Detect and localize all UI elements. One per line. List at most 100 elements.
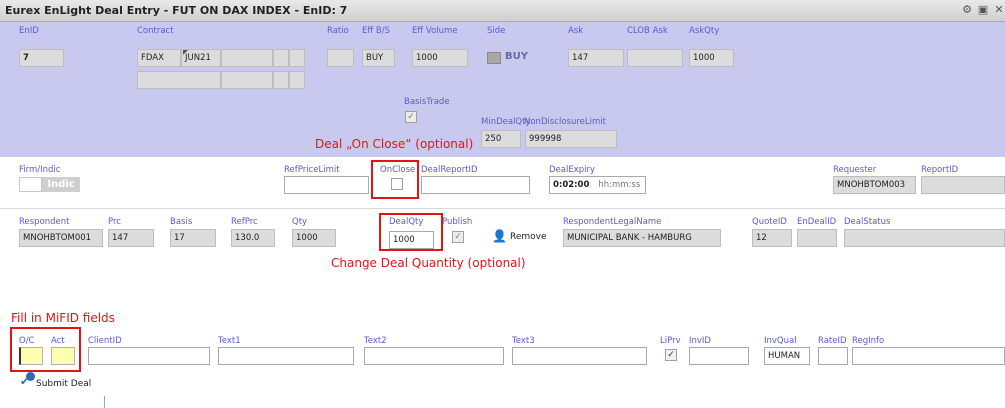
respondent-label: Respondent [19,217,70,227]
cursor-line [104,396,105,408]
clobask-label: CLOB Ask [627,26,668,36]
qty-label: Qty [292,217,308,227]
dealqty-annotation: Change Deal Quantity (optional) [331,256,526,270]
endealid-field [797,229,837,247]
firm-indic-label: Firm/Indic [19,165,61,175]
enid-field: 7 [19,49,64,67]
submit-deal-label: Submit Deal [36,379,92,389]
oc-label: O/C [19,336,35,346]
mindealqty-field: 250 [481,130,521,148]
contract-field-9 [289,71,305,89]
onclose-highlight [371,160,419,199]
dealexpiry-format: hh:mm:ss [598,180,641,190]
expiry-marker-icon [183,50,188,55]
basistrade-checkbox: ✓ [405,111,417,123]
publish-checkbox[interactable]: ✓ [452,231,464,243]
basis-field: 17 [170,229,216,247]
rateid-input[interactable] [818,347,848,365]
ratio-field [327,49,354,67]
askqty-label: AskQty [689,26,720,36]
contract-field-6 [137,71,221,89]
ask-field: 147 [568,49,624,67]
text2-input[interactable] [364,347,504,365]
refprc-field: 130.0 [231,229,275,247]
basistrade-label: BasisTrade [404,97,450,107]
contract-label: Contract [137,26,174,36]
refpricelimit-input[interactable] [284,176,369,194]
invqual-input[interactable]: HUMAN [764,347,810,365]
requester-label: Requester [833,165,877,175]
reginfo-input[interactable] [852,347,1005,365]
submit-deal-button[interactable]: ✔ Submit Deal [20,372,120,391]
invid-input[interactable] [689,347,749,365]
clobask-field [627,49,683,67]
text1-input[interactable] [218,347,354,365]
basis-label: Basis [170,217,193,227]
clientid-label: ClientID [88,336,122,346]
liprv-checkbox[interactable]: ✓ [665,349,677,361]
dealexpiry-input[interactable]: 0:02:00 hh:mm:ss [549,176,646,194]
text3-label: Text3 [512,336,535,346]
firm-toggle[interactable] [19,177,42,192]
invid-label: InvID [689,336,711,346]
askqty-field: 1000 [689,49,734,67]
ask-label: Ask [568,26,584,36]
window-icon[interactable]: ▣ [977,4,989,16]
contract-field-4 [273,49,289,67]
text1-label: Text1 [218,336,241,346]
effvol-label: Eff Volume [412,26,458,36]
section-divider [0,208,1005,209]
person-icon: 👤 [492,229,507,243]
invqual-label: InvQual [764,336,797,346]
dealreportid-input[interactable] [421,176,530,194]
clientid-input[interactable] [88,347,210,365]
legalname-label: RespondentLegalName [563,217,662,227]
effbs-field: BUY [362,49,395,67]
contract-field-5 [289,49,305,67]
publish-label: Publish [442,217,473,227]
prc-field: 147 [108,229,154,247]
refprc-label: RefPrc [231,217,258,227]
dealqty-highlight [379,213,443,251]
reportid-label: ReportID [921,165,959,175]
text3-input[interactable] [512,347,647,365]
refpricelimit-label: RefPriceLimit [284,165,340,175]
side-indicator-icon [487,52,501,64]
close-icon[interactable]: ✕ [993,4,1005,16]
onclose-annotation: Deal „On Close“ (optional) [315,137,474,151]
remove-button[interactable]: Remove [510,232,547,242]
nondisclosure-field: 999998 [525,130,617,148]
effvol-field: 1000 [412,49,468,67]
endealid-label: EnDealID [797,217,837,227]
prc-label: Prc [108,217,121,227]
liprv-label: LiPrv [660,336,681,346]
quoteid-field: 12 [752,229,792,247]
dealstatus-label: DealStatus [844,217,891,227]
indic-toggle[interactable]: Indic [42,177,80,192]
mifid-annotation: Fill in MiFID fields [11,311,115,325]
act-label: Act [51,336,65,346]
title-bar: Eurex EnLight Deal Entry - FUT ON DAX IN… [0,0,1005,22]
dealstatus-field [844,229,1005,247]
side-label: Side [487,26,506,36]
nondisclosure-label: NonDisclosureLimit [524,117,606,127]
contract-field-3 [221,49,273,67]
side-value: BUY [505,51,528,62]
contract-field-8 [273,71,289,89]
window-title: Eurex EnLight Deal Entry - FUT ON DAX IN… [5,4,348,17]
effbs-label: Eff B/S [362,26,391,36]
submit-badge [26,372,35,381]
act-input[interactable] [51,347,75,365]
gear-icon[interactable]: ⚙ [961,4,973,16]
rateid-label: RateID [818,336,847,346]
dealexpiry-value: 0:02:00 [553,180,590,190]
reportid-field [921,176,1005,194]
respondent-field: MNOHBTOM001 [19,229,103,247]
contract-product-field: FDAX [137,49,181,67]
dealexpiry-label: DealExpiry [549,165,596,175]
oc-input[interactable] [19,347,43,365]
enid-label: EnID [19,26,39,36]
text2-label: Text2 [364,336,387,346]
quoteid-label: QuoteID [752,217,787,227]
dealreportid-label: DealReportID [421,165,478,175]
